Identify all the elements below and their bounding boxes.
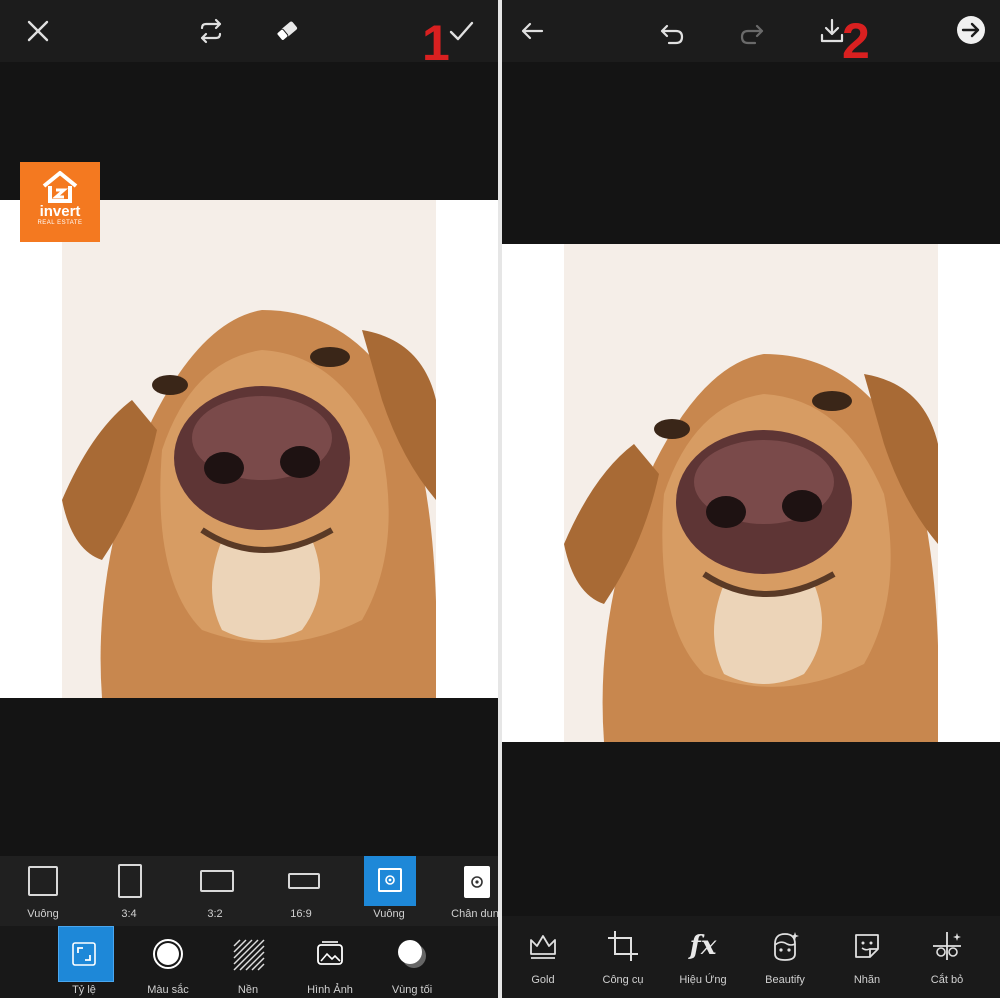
right-top-toolbar: 2 — [502, 0, 1000, 66]
sticker-icon — [847, 926, 887, 966]
ratio-option-3-4[interactable]: 3:4 — [86, 856, 172, 926]
left-editor-panel: 1 invert REAL ESTATE Vuông 3:4 3:2 16:9 … — [0, 0, 498, 998]
ratio-label: Vuông — [373, 908, 405, 920]
right-bottom-toolbar: Gold Công cụ fx Hiệu Ứng Beautify Nhãn C… — [502, 916, 1000, 998]
aspect-ratio-icon — [66, 936, 102, 972]
shadow-icon — [394, 936, 430, 972]
undo-icon[interactable] — [652, 13, 692, 53]
eraser-icon[interactable] — [267, 11, 307, 51]
tool-gold[interactable]: Gold — [502, 916, 584, 998]
crown-icon — [523, 926, 563, 966]
next-arrow-icon[interactable] — [951, 10, 991, 50]
left-top-toolbar: 1 — [0, 0, 498, 68]
aspect-ratio-strip: Vuông 3:4 3:2 16:9 Vuông Chân dun — [0, 856, 498, 926]
ratio-option-portrait[interactable]: Chân dun — [432, 856, 498, 926]
landscape-ratio-icon — [200, 870, 234, 892]
pattern-background-icon — [230, 936, 266, 972]
portrait-instagram-icon — [464, 866, 490, 898]
invert-logo: invert REAL ESTATE — [20, 162, 100, 242]
image-icon — [312, 936, 348, 972]
ratio-option-3-2[interactable]: 3:2 — [172, 856, 258, 926]
checkmark-icon[interactable] — [441, 11, 481, 51]
crop-icon — [603, 926, 643, 966]
fx-icon: fx — [683, 926, 723, 966]
tool-label: Màu sắc — [147, 984, 189, 996]
dog-photo — [564, 244, 938, 742]
tool-label: Nền — [237, 984, 259, 996]
wide-ratio-icon — [288, 873, 320, 889]
tool-label: Gold — [531, 974, 555, 986]
right-editor-panel: 2 Gold Công cụ fx Hiệu Ứng Beautify Nhãn… — [502, 0, 1000, 998]
color-circle-icon — [150, 936, 186, 972]
instagram-square-icon — [378, 868, 402, 892]
tool-label: Công cụ — [602, 974, 644, 986]
tool-label: Vùng tối — [391, 984, 433, 996]
tool-tools[interactable]: Công cụ — [582, 916, 664, 998]
swap-icon[interactable] — [191, 11, 231, 51]
dog-photo — [62, 200, 436, 698]
cutout-icon — [927, 926, 967, 966]
tool-background[interactable]: Nền — [208, 926, 288, 998]
tool-color[interactable]: Màu sắc — [128, 926, 208, 998]
tool-beautify[interactable]: Beautify — [744, 916, 826, 998]
tool-shadow[interactable]: Vùng tối — [372, 926, 452, 998]
ratio-label: 3:2 — [207, 908, 223, 920]
redo-icon[interactable] — [732, 13, 772, 53]
tool-sticker[interactable]: Nhãn — [826, 916, 908, 998]
tool-label: Tỷ lệ — [72, 984, 96, 996]
tool-label: Beautify — [765, 974, 805, 986]
ratio-label: 16:9 — [290, 908, 312, 920]
house-logo-icon — [42, 171, 78, 203]
tool-cutout[interactable]: Cắt bỏ — [906, 916, 988, 998]
tool-effects[interactable]: fx Hiệu Ứng — [662, 916, 744, 998]
ratio-option-16-9[interactable]: 16:9 — [258, 856, 344, 926]
logo-tagline: REAL ESTATE — [37, 220, 83, 226]
logo-name: invert — [39, 203, 81, 220]
tool-ratio[interactable]: Tỷ lệ — [44, 926, 124, 998]
tool-label: Cắt bỏ — [930, 974, 964, 986]
tool-image[interactable]: Hình Ảnh — [290, 926, 370, 998]
fx-glyph: fx — [689, 931, 717, 961]
tool-label: Nhãn — [853, 974, 881, 986]
close-icon[interactable] — [18, 11, 58, 51]
step-badge-2: 2 — [842, 13, 870, 69]
back-arrow-icon[interactable] — [512, 11, 552, 51]
ratio-option-square-instagram[interactable]: Vuông — [346, 856, 432, 926]
ratio-label: 3:4 — [121, 908, 137, 920]
ratio-label: Chân dun — [451, 908, 498, 920]
beautify-face-icon — [765, 926, 805, 966]
ratio-option-square[interactable]: Vuông — [0, 856, 86, 926]
tool-label: Hiệu Ứng — [679, 974, 727, 986]
portrait-ratio-icon — [118, 864, 142, 898]
square-ratio-icon — [28, 866, 58, 896]
ratio-label: Vuông — [27, 908, 59, 920]
tool-label: Hình Ảnh — [307, 984, 353, 996]
left-bottom-toolbar: Tỷ lệ Màu sắc Nền Hình Ảnh Vùng tối — [0, 926, 498, 998]
